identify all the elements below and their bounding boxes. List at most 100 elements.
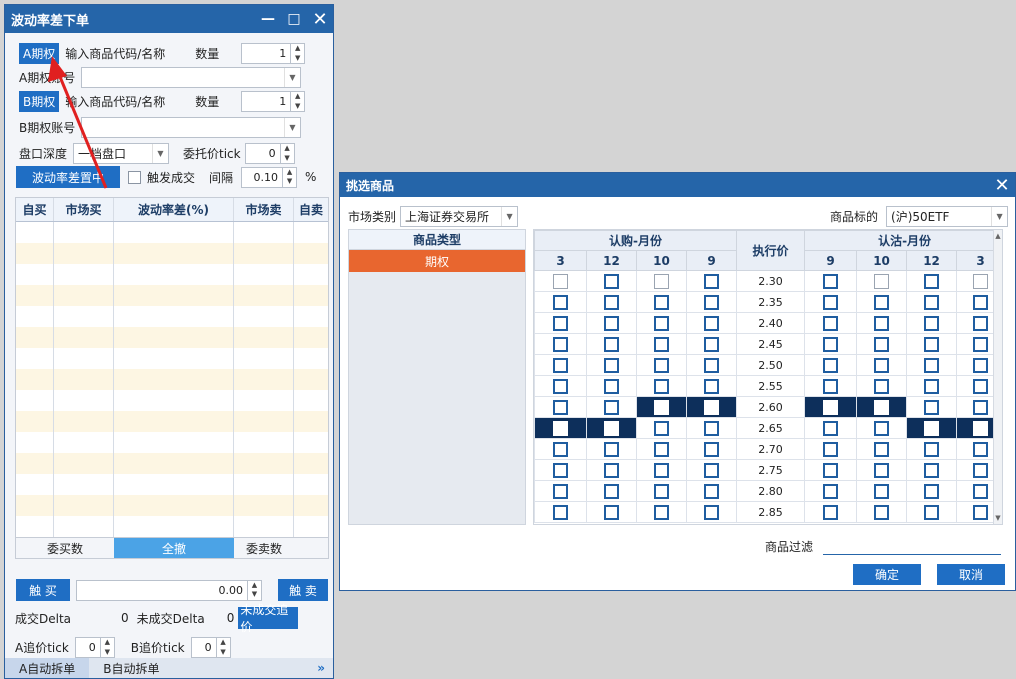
option-cell[interactable] xyxy=(804,417,858,439)
option-checkbox[interactable] xyxy=(823,357,839,373)
option-checkbox[interactable] xyxy=(654,504,669,520)
option-checkbox[interactable] xyxy=(973,420,989,436)
option-cell[interactable] xyxy=(804,459,858,481)
scroll-down-icon[interactable]: ▼ xyxy=(994,514,1002,522)
option-checkbox[interactable] xyxy=(654,441,669,457)
option-checkbox[interactable] xyxy=(553,420,568,436)
option-checkbox[interactable] xyxy=(874,399,890,415)
option-checkbox[interactable] xyxy=(604,420,619,436)
option-cell[interactable] xyxy=(586,480,637,502)
option-cell[interactable] xyxy=(586,501,637,523)
option-checkbox[interactable] xyxy=(973,483,989,499)
table-row[interactable] xyxy=(16,222,328,243)
option-checkbox[interactable] xyxy=(823,483,839,499)
a-option-button[interactable]: A期权 xyxy=(19,43,60,64)
option-checkbox[interactable] xyxy=(924,462,940,478)
option-checkbox[interactable] xyxy=(874,441,890,457)
table-row[interactable] xyxy=(16,327,328,348)
b-chase-stepper[interactable]: 0 ▲ ▼ xyxy=(190,637,231,658)
option-checkbox[interactable] xyxy=(654,357,669,373)
option-cell[interactable] xyxy=(685,354,738,376)
option-cell[interactable] xyxy=(586,291,637,313)
underlying-select[interactable]: (沪)50ETF ▼ xyxy=(886,206,1009,227)
option-checkbox[interactable] xyxy=(704,441,720,457)
option-cell[interactable] xyxy=(804,270,858,292)
option-checkbox[interactable] xyxy=(973,378,989,394)
option-checkbox[interactable] xyxy=(973,273,989,289)
option-cell[interactable] xyxy=(685,480,738,502)
option-checkbox[interactable] xyxy=(924,441,940,457)
option-checkbox[interactable] xyxy=(654,483,669,499)
option-cell[interactable] xyxy=(856,354,908,376)
option-cell[interactable] xyxy=(804,354,858,376)
option-checkbox[interactable] xyxy=(553,357,568,373)
option-cell[interactable] xyxy=(804,312,858,334)
option-cell[interactable] xyxy=(586,333,637,355)
option-checkbox[interactable] xyxy=(823,504,839,520)
option-checkbox[interactable] xyxy=(604,357,619,373)
option-checkbox[interactable] xyxy=(874,483,890,499)
option-checkbox[interactable] xyxy=(874,336,890,352)
option-cell[interactable] xyxy=(534,270,587,292)
option-checkbox[interactable] xyxy=(924,273,940,289)
option-cell[interactable] xyxy=(856,291,908,313)
spin-down-icon[interactable]: ▼ xyxy=(101,648,114,658)
option-checkbox[interactable] xyxy=(604,315,619,331)
a-option-input[interactable]: 输入商品代码/名称 xyxy=(61,43,183,64)
option-checkbox[interactable] xyxy=(654,378,669,394)
spin-down-icon[interactable]: ▼ xyxy=(281,154,294,164)
depth-select[interactable]: 一档盘口 ▼ xyxy=(73,143,169,164)
option-checkbox[interactable] xyxy=(823,441,839,457)
option-checkbox[interactable] xyxy=(553,504,568,520)
option-cell[interactable] xyxy=(856,270,908,292)
b-option-button[interactable]: B期权 xyxy=(19,91,60,112)
option-checkbox[interactable] xyxy=(973,504,989,520)
table-row[interactable] xyxy=(16,264,328,285)
option-checkbox[interactable] xyxy=(823,378,839,394)
a-qty-stepper[interactable]: 1 ▲ ▼ xyxy=(241,43,306,64)
option-cell[interactable] xyxy=(586,396,637,418)
spin-up-icon[interactable]: ▲ xyxy=(291,92,304,102)
option-cell[interactable] xyxy=(804,396,858,418)
table-row[interactable] xyxy=(16,285,328,306)
minimize-icon[interactable]: — xyxy=(255,11,281,27)
option-checkbox[interactable] xyxy=(973,336,989,352)
tab-a-auto-split[interactable]: A自动拆单 xyxy=(5,658,90,678)
b-qty-stepper[interactable]: 1 ▲ ▼ xyxy=(241,91,306,112)
option-checkbox[interactable] xyxy=(924,399,940,415)
option-checkbox[interactable] xyxy=(924,420,940,436)
option-cell[interactable] xyxy=(636,438,687,460)
option-cell[interactable] xyxy=(685,375,738,397)
option-cell[interactable] xyxy=(906,333,958,355)
option-checkbox[interactable] xyxy=(924,483,940,499)
option-cell[interactable] xyxy=(534,396,587,418)
option-cell[interactable] xyxy=(534,438,587,460)
option-checkbox[interactable] xyxy=(704,462,720,478)
option-cell[interactable] xyxy=(906,291,958,313)
option-cell[interactable] xyxy=(906,417,958,439)
option-checkbox[interactable] xyxy=(553,315,568,331)
spin-down-icon[interactable]: ▼ xyxy=(291,102,304,112)
table-row[interactable] xyxy=(16,243,328,264)
spin-down-icon[interactable]: ▼ xyxy=(291,54,304,64)
option-checkbox[interactable] xyxy=(604,336,619,352)
option-cell[interactable] xyxy=(856,459,908,481)
option-checkbox[interactable] xyxy=(823,294,839,310)
option-cell[interactable] xyxy=(534,417,587,439)
grid-scrollbar[interactable]: ▲ ▼ xyxy=(993,230,1002,524)
option-checkbox[interactable] xyxy=(874,315,890,331)
option-cell[interactable] xyxy=(906,312,958,334)
a-chase-stepper[interactable]: 0 ▲ ▼ xyxy=(74,637,115,658)
table-row[interactable] xyxy=(16,495,328,516)
option-checkbox[interactable] xyxy=(604,399,619,415)
option-checkbox[interactable] xyxy=(704,336,720,352)
spin-down-icon[interactable]: ▼ xyxy=(248,590,261,600)
option-cell[interactable] xyxy=(534,501,587,523)
option-checkbox[interactable] xyxy=(823,420,839,436)
option-checkbox[interactable] xyxy=(654,399,669,415)
option-cell[interactable] xyxy=(636,459,687,481)
option-cell[interactable] xyxy=(586,438,637,460)
option-cell[interactable] xyxy=(685,291,738,313)
ok-button[interactable]: 确定 xyxy=(853,564,921,585)
option-cell[interactable] xyxy=(636,354,687,376)
